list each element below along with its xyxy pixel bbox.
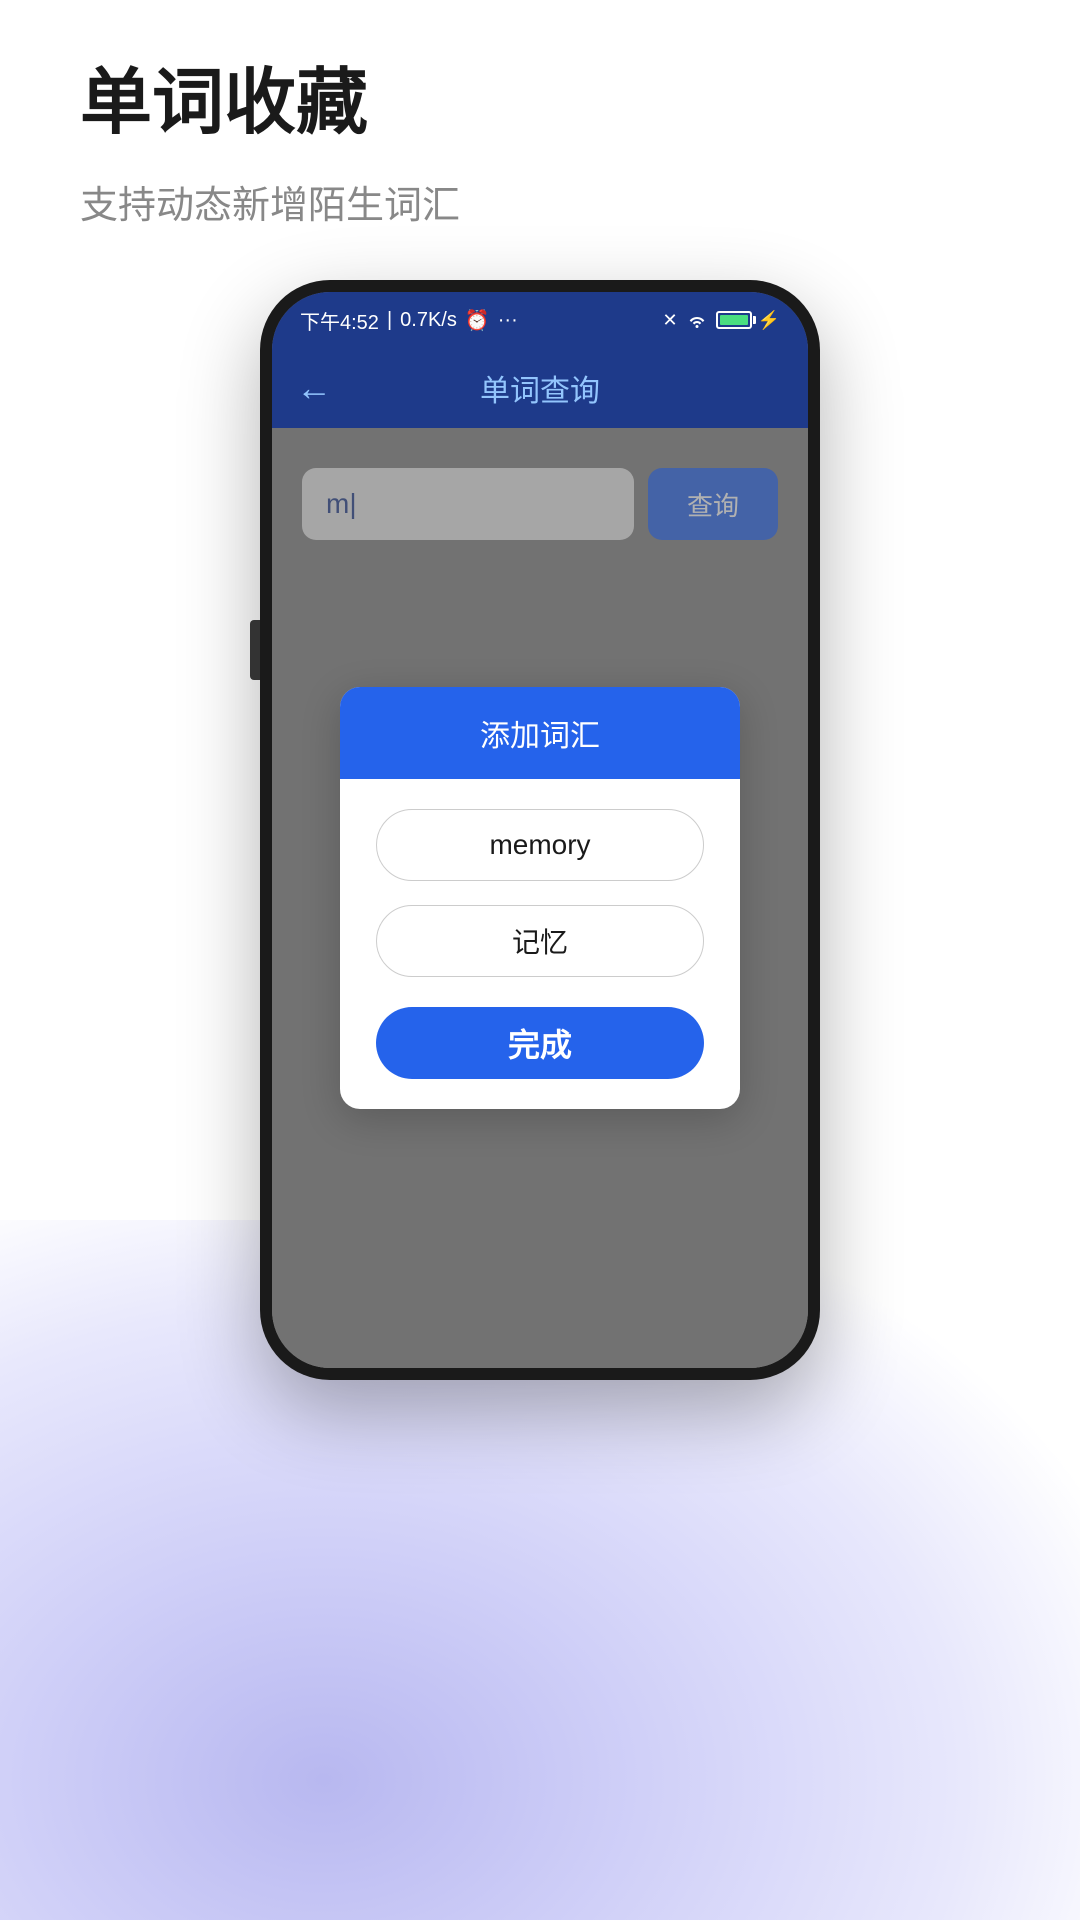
volume-button bbox=[250, 620, 260, 680]
close-icon: ✕ bbox=[662, 310, 677, 331]
phone-frame: 下午4:52 | 0.7K/s ⏰ ··· ✕ bbox=[260, 280, 820, 1380]
wifi-icon bbox=[686, 312, 708, 328]
page-title: 单词收藏 bbox=[80, 60, 460, 146]
status-left: 下午4:52 | 0.7K/s ⏰ ··· bbox=[300, 306, 518, 335]
page-subtitle: 支持动态新增陌生词汇 bbox=[80, 174, 460, 229]
screen-content: m| 查询 添加词汇 memory bbox=[272, 428, 808, 1368]
back-button[interactable]: ← bbox=[296, 367, 332, 409]
battery-container: ⚡ bbox=[716, 310, 780, 331]
phone-screen: 下午4:52 | 0.7K/s ⏰ ··· ✕ bbox=[272, 292, 808, 1368]
status-dots: ··· bbox=[498, 309, 518, 332]
battery-fill bbox=[720, 315, 748, 325]
add-vocabulary-dialog: 添加词汇 memory 记忆 完成 bbox=[340, 687, 740, 1109]
status-time: 下午4:52 bbox=[300, 306, 379, 335]
status-bar: 下午4:52 | 0.7K/s ⏰ ··· ✕ bbox=[272, 292, 808, 348]
word-input-value: memory bbox=[489, 829, 590, 861]
translation-input-value: 记忆 bbox=[512, 921, 568, 961]
phone-mockup: 下午4:52 | 0.7K/s ⏰ ··· ✕ bbox=[260, 280, 820, 1380]
alarm-icon: ⏰ bbox=[465, 308, 490, 333]
dialog-body: memory 记忆 完成 bbox=[340, 779, 740, 1109]
battery-tip bbox=[753, 316, 756, 324]
translation-input-field[interactable]: 记忆 bbox=[376, 905, 704, 977]
status-right: ✕ ⚡ bbox=[662, 310, 780, 331]
dialog-header: 添加词汇 bbox=[340, 687, 740, 779]
status-speed: 0.7K/s bbox=[400, 309, 457, 332]
page-header: 单词收藏 支持动态新增陌生词汇 bbox=[80, 60, 460, 229]
status-network: | bbox=[387, 309, 392, 332]
word-input-field[interactable]: memory bbox=[376, 809, 704, 881]
app-header: ← 单词查询 bbox=[272, 348, 808, 428]
battery-icon bbox=[716, 311, 752, 329]
modal-overlay: 添加词汇 memory 记忆 完成 bbox=[272, 428, 808, 1368]
confirm-button[interactable]: 完成 bbox=[376, 1007, 704, 1079]
app-title: 单词查询 bbox=[480, 366, 600, 410]
charging-icon: ⚡ bbox=[758, 310, 780, 331]
